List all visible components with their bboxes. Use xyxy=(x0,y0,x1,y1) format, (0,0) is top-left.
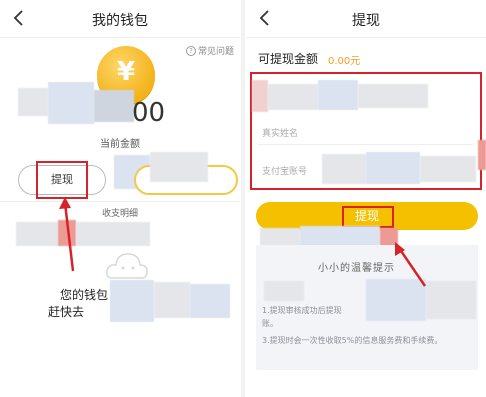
transaction-details-label: 收支明细 xyxy=(101,209,138,219)
empty-state-line2: 赶快去 xyxy=(48,305,85,319)
blurred-region xyxy=(264,281,304,301)
blurred-region xyxy=(252,80,268,112)
field-divider xyxy=(258,144,474,145)
annotation-arrow-icon xyxy=(59,197,75,272)
blurred-region xyxy=(94,90,134,122)
yuan-symbol: ¥ xyxy=(116,57,136,87)
section-divider xyxy=(0,201,240,202)
blurred-region xyxy=(48,82,94,124)
blurred-region xyxy=(426,281,476,319)
blurred-region xyxy=(150,152,208,182)
current-amount-label: 当前金额 xyxy=(100,139,140,150)
blurred-region xyxy=(110,280,154,322)
alipay-account-field[interactable]: 支付宝账号 xyxy=(262,164,307,177)
tips-panel: 小小的温馨提示 1.提现审核成功后提现 账。 3.提现时会一次性收取5%的信息服… xyxy=(256,245,478,370)
annotation-arrow-icon xyxy=(395,242,427,287)
blurred-region xyxy=(318,80,358,110)
screen-divider xyxy=(241,0,245,397)
tip-line-1-end: 账。 xyxy=(262,319,278,328)
available-amount-value: 0.00元 xyxy=(328,56,361,67)
help-circle-icon: ? xyxy=(185,45,196,56)
tips-title: 小小的温馨提示 xyxy=(318,263,395,274)
real-name-field[interactable]: 真实姓名 xyxy=(262,126,298,139)
highlight-box xyxy=(342,206,394,228)
blurred-region xyxy=(268,84,318,110)
blurred-region xyxy=(322,154,366,184)
page-title: 提现 xyxy=(352,13,380,29)
highlight-box xyxy=(36,161,88,199)
blurred-region xyxy=(478,140,486,170)
blurred-region xyxy=(16,222,58,246)
blurred-region xyxy=(366,152,420,184)
blurred-region xyxy=(420,156,476,182)
faq-label: 常见问题 xyxy=(197,47,234,57)
page-title: 我的钱包 xyxy=(92,13,148,29)
blurred-region xyxy=(76,222,150,246)
available-amount-label: 可提现金额 xyxy=(258,52,319,66)
withdraw-form: 真实姓名 支付宝账号 xyxy=(250,72,482,190)
withdraw-navbar: 提现 xyxy=(246,0,486,38)
current-amount: 00 xyxy=(132,98,166,128)
withdraw-screen: 提现 可提现金额 0.00元 真实姓名 支付宝账号 提现 小小的温馨提示 1.提… xyxy=(246,0,486,397)
blurred-region xyxy=(154,282,190,318)
blurred-region xyxy=(358,84,428,108)
blurred-region xyxy=(190,284,230,318)
blurred-region xyxy=(18,88,48,116)
wallet-navbar: 我的钱包 xyxy=(0,0,240,38)
tip-line-3: 3.提现时会一次性收取5%的信息服务费和手续费。 xyxy=(262,336,443,345)
empty-state-line1: 您的钱包 xyxy=(60,288,109,302)
faq-link[interactable]: ? 常见问题 xyxy=(185,44,234,57)
wallet-screen: 我的钱包 ? 常见问题 ¥ 00 当前金额 提现 收支明细 您的钱包 赶快去 xyxy=(0,0,240,397)
tip-line-1: 1.提现审核成功后提现 xyxy=(262,306,342,315)
